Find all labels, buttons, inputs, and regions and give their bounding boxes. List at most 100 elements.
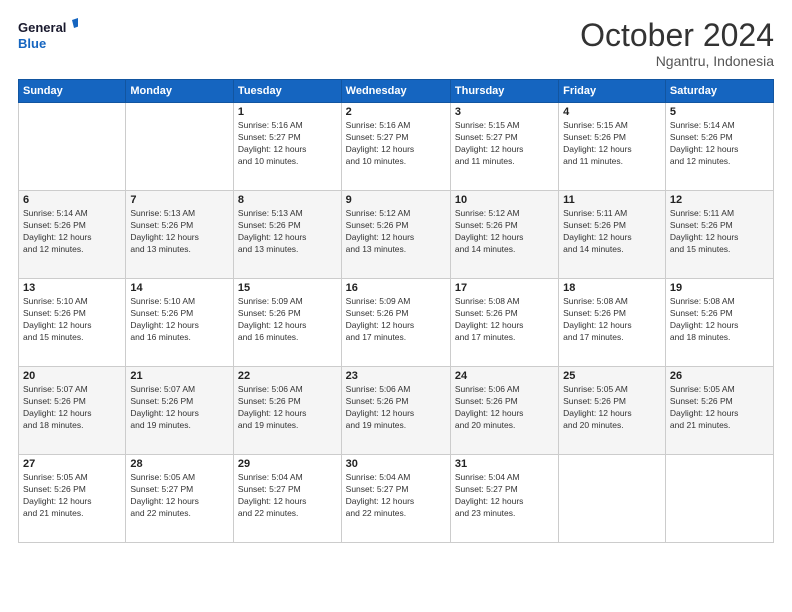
day-number: 17 bbox=[455, 282, 554, 294]
day-number: 29 bbox=[238, 458, 337, 470]
day-info: Sunrise: 5:08 AM Sunset: 5:26 PM Dayligh… bbox=[455, 296, 554, 344]
table-row bbox=[19, 103, 126, 191]
day-number: 1 bbox=[238, 106, 337, 118]
header-saturday: Saturday bbox=[665, 80, 773, 103]
day-number: 14 bbox=[130, 282, 229, 294]
table-row: 20Sunrise: 5:07 AM Sunset: 5:26 PM Dayli… bbox=[19, 367, 126, 455]
day-number: 10 bbox=[455, 194, 554, 206]
location-subtitle: Ngantru, Indonesia bbox=[580, 53, 774, 69]
calendar-week-row: 1Sunrise: 5:16 AM Sunset: 5:27 PM Daylig… bbox=[19, 103, 774, 191]
day-number: 16 bbox=[346, 282, 446, 294]
day-number: 9 bbox=[346, 194, 446, 206]
day-info: Sunrise: 5:15 AM Sunset: 5:27 PM Dayligh… bbox=[455, 120, 554, 168]
day-info: Sunrise: 5:15 AM Sunset: 5:26 PM Dayligh… bbox=[563, 120, 661, 168]
day-info: Sunrise: 5:04 AM Sunset: 5:27 PM Dayligh… bbox=[346, 472, 446, 520]
table-row: 14 Sunrise: 5:10 AM Sunset: 5:26 PM Dayli… bbox=[126, 279, 234, 367]
weekday-header-row: Sunday Monday Tuesday Wednesday Thursday… bbox=[19, 80, 774, 103]
table-row: 25 Sunrise: 5:05 AM Sunset: 5:26 PM Dayli… bbox=[559, 367, 666, 455]
table-row: 23Sunrise: 5:06 AM Sunset: 5:26 PM Dayli… bbox=[341, 367, 450, 455]
table-row: 30 Sunrise: 5:04 AM Sunset: 5:27 PM Dayli… bbox=[341, 455, 450, 543]
day-number: 18 bbox=[563, 282, 661, 294]
calendar-week-row: 13Sunrise: 5:10 AM Sunset: 5:26 PM Dayli… bbox=[19, 279, 774, 367]
day-info: Sunrise: 5:12 AM Sunset: 5:26 PM Dayligh… bbox=[455, 208, 554, 256]
day-number: 12 bbox=[670, 194, 769, 206]
table-row: 22 Sunrise: 5:06 AM Sunset: 5:26 PM Dayli… bbox=[233, 367, 341, 455]
day-info: Sunrise: 5:09 AM Sunset: 5:26 PM Dayligh… bbox=[238, 296, 337, 344]
table-row: 17 Sunrise: 5:08 AM Sunset: 5:26 PM Dayli… bbox=[450, 279, 558, 367]
table-row: 15 Sunrise: 5:09 AM Sunset: 5:26 PM Dayli… bbox=[233, 279, 341, 367]
table-row: 7 Sunrise: 5:13 AM Sunset: 5:26 PM Daylig… bbox=[126, 191, 234, 279]
day-info: Sunrise: 5:08 AM Sunset: 5:26 PM Dayligh… bbox=[670, 296, 769, 344]
day-info: Sunrise: 5:13 AM Sunset: 5:26 PM Dayligh… bbox=[238, 208, 337, 256]
table-row bbox=[126, 103, 234, 191]
table-row: 3Sunrise: 5:15 AM Sunset: 5:27 PM Daylig… bbox=[450, 103, 558, 191]
header-friday: Friday bbox=[559, 80, 666, 103]
day-number: 30 bbox=[346, 458, 446, 470]
day-number: 19 bbox=[670, 282, 769, 294]
table-row: 31 Sunrise: 5:04 AM Sunset: 5:27 PM Dayli… bbox=[450, 455, 558, 543]
day-info: Sunrise: 5:08 AM Sunset: 5:26 PM Dayligh… bbox=[563, 296, 661, 344]
day-info: Sunrise: 5:12 AM Sunset: 5:26 PM Dayligh… bbox=[346, 208, 446, 256]
header-monday: Monday bbox=[126, 80, 234, 103]
day-number: 5 bbox=[670, 106, 769, 118]
table-row: 29 Sunrise: 5:04 AM Sunset: 5:27 PM Dayli… bbox=[233, 455, 341, 543]
calendar-week-row: 6 Sunrise: 5:14 AM Sunset: 5:26 PM Daylig… bbox=[19, 191, 774, 279]
day-info: Sunrise: 5:13 AM Sunset: 5:26 PM Dayligh… bbox=[130, 208, 229, 256]
table-row: 24 Sunrise: 5:06 AM Sunset: 5:26 PM Dayli… bbox=[450, 367, 558, 455]
table-row: 19 Sunrise: 5:08 AM Sunset: 5:26 PM Dayli… bbox=[665, 279, 773, 367]
header-sunday: Sunday bbox=[19, 80, 126, 103]
day-number: 31 bbox=[455, 458, 554, 470]
header-tuesday: Tuesday bbox=[233, 80, 341, 103]
day-number: 25 bbox=[563, 370, 661, 382]
calendar-table: Sunday Monday Tuesday Wednesday Thursday… bbox=[18, 79, 774, 543]
day-number: 8 bbox=[238, 194, 337, 206]
day-info: Sunrise: 5:10 AM Sunset: 5:26 PM Dayligh… bbox=[23, 296, 121, 344]
svg-text:Blue: Blue bbox=[18, 36, 46, 51]
day-number: 24 bbox=[455, 370, 554, 382]
day-info: Sunrise: 5:10 AM Sunset: 5:26 PM Dayligh… bbox=[130, 296, 229, 344]
table-row: 18 Sunrise: 5:08 AM Sunset: 5:26 PM Dayli… bbox=[559, 279, 666, 367]
table-row: 28Sunrise: 5:05 AM Sunset: 5:27 PM Dayli… bbox=[126, 455, 234, 543]
table-row: 4 Sunrise: 5:15 AM Sunset: 5:26 PM Daylig… bbox=[559, 103, 666, 191]
day-info: Sunrise: 5:06 AM Sunset: 5:26 PM Dayligh… bbox=[346, 384, 446, 432]
day-info: Sunrise: 5:06 AM Sunset: 5:26 PM Dayligh… bbox=[455, 384, 554, 432]
day-number: 15 bbox=[238, 282, 337, 294]
day-info: Sunrise: 5:04 AM Sunset: 5:27 PM Dayligh… bbox=[455, 472, 554, 520]
day-number: 22 bbox=[238, 370, 337, 382]
table-row: 11Sunrise: 5:11 AM Sunset: 5:26 PM Dayli… bbox=[559, 191, 666, 279]
table-row: 8 Sunrise: 5:13 AM Sunset: 5:26 PM Daylig… bbox=[233, 191, 341, 279]
day-info: Sunrise: 5:11 AM Sunset: 5:26 PM Dayligh… bbox=[670, 208, 769, 256]
calendar-body: 1Sunrise: 5:16 AM Sunset: 5:27 PM Daylig… bbox=[19, 103, 774, 543]
day-info: Sunrise: 5:05 AM Sunset: 5:26 PM Dayligh… bbox=[670, 384, 769, 432]
table-row: 10 Sunrise: 5:12 AM Sunset: 5:26 PM Dayli… bbox=[450, 191, 558, 279]
day-info: Sunrise: 5:09 AM Sunset: 5:26 PM Dayligh… bbox=[346, 296, 446, 344]
day-number: 11 bbox=[563, 194, 661, 206]
title-block: October 2024 Ngantru, Indonesia bbox=[580, 18, 774, 69]
table-row: 26 Sunrise: 5:05 AM Sunset: 5:26 PM Dayli… bbox=[665, 367, 773, 455]
day-number: 20 bbox=[23, 370, 121, 382]
day-number: 2 bbox=[346, 106, 446, 118]
table-row: 6 Sunrise: 5:14 AM Sunset: 5:26 PM Daylig… bbox=[19, 191, 126, 279]
day-info: Sunrise: 5:04 AM Sunset: 5:27 PM Dayligh… bbox=[238, 472, 337, 520]
day-info: Sunrise: 5:07 AM Sunset: 5:26 PM Dayligh… bbox=[130, 384, 229, 432]
day-info: Sunrise: 5:05 AM Sunset: 5:26 PM Dayligh… bbox=[23, 472, 121, 520]
day-number: 6 bbox=[23, 194, 121, 206]
table-row: 9 Sunrise: 5:12 AM Sunset: 5:26 PM Daylig… bbox=[341, 191, 450, 279]
table-row: 2Sunrise: 5:16 AM Sunset: 5:27 PM Daylig… bbox=[341, 103, 450, 191]
month-title: October 2024 bbox=[580, 18, 774, 53]
header-wednesday: Wednesday bbox=[341, 80, 450, 103]
day-number: 4 bbox=[563, 106, 661, 118]
day-info: Sunrise: 5:06 AM Sunset: 5:26 PM Dayligh… bbox=[238, 384, 337, 432]
calendar-week-row: 20 Sunrise: 5:07 AM Sunset: 5:26 PM Dayli… bbox=[19, 367, 774, 455]
day-number: 7 bbox=[130, 194, 229, 206]
page-header: General Blue October 2024 Ngantru, Indon… bbox=[18, 18, 774, 69]
table-row: 12 Sunrise: 5:11 AM Sunset: 5:26 PM Dayli… bbox=[665, 191, 773, 279]
table-row: 5Sunrise: 5:14 AM Sunset: 5:26 PM Daylig… bbox=[665, 103, 773, 191]
table-row: 1Sunrise: 5:16 AM Sunset: 5:27 PM Daylig… bbox=[233, 103, 341, 191]
svg-text:General: General bbox=[18, 20, 66, 35]
table-row: 27Sunrise: 5:05 AM Sunset: 5:26 PM Dayli… bbox=[19, 455, 126, 543]
header-thursday: Thursday bbox=[450, 80, 558, 103]
day-number: 26 bbox=[670, 370, 769, 382]
day-info: Sunrise: 5:14 AM Sunset: 5:26 PM Dayligh… bbox=[23, 208, 121, 256]
day-info: Sunrise: 5:05 AM Sunset: 5:26 PM Dayligh… bbox=[563, 384, 661, 432]
